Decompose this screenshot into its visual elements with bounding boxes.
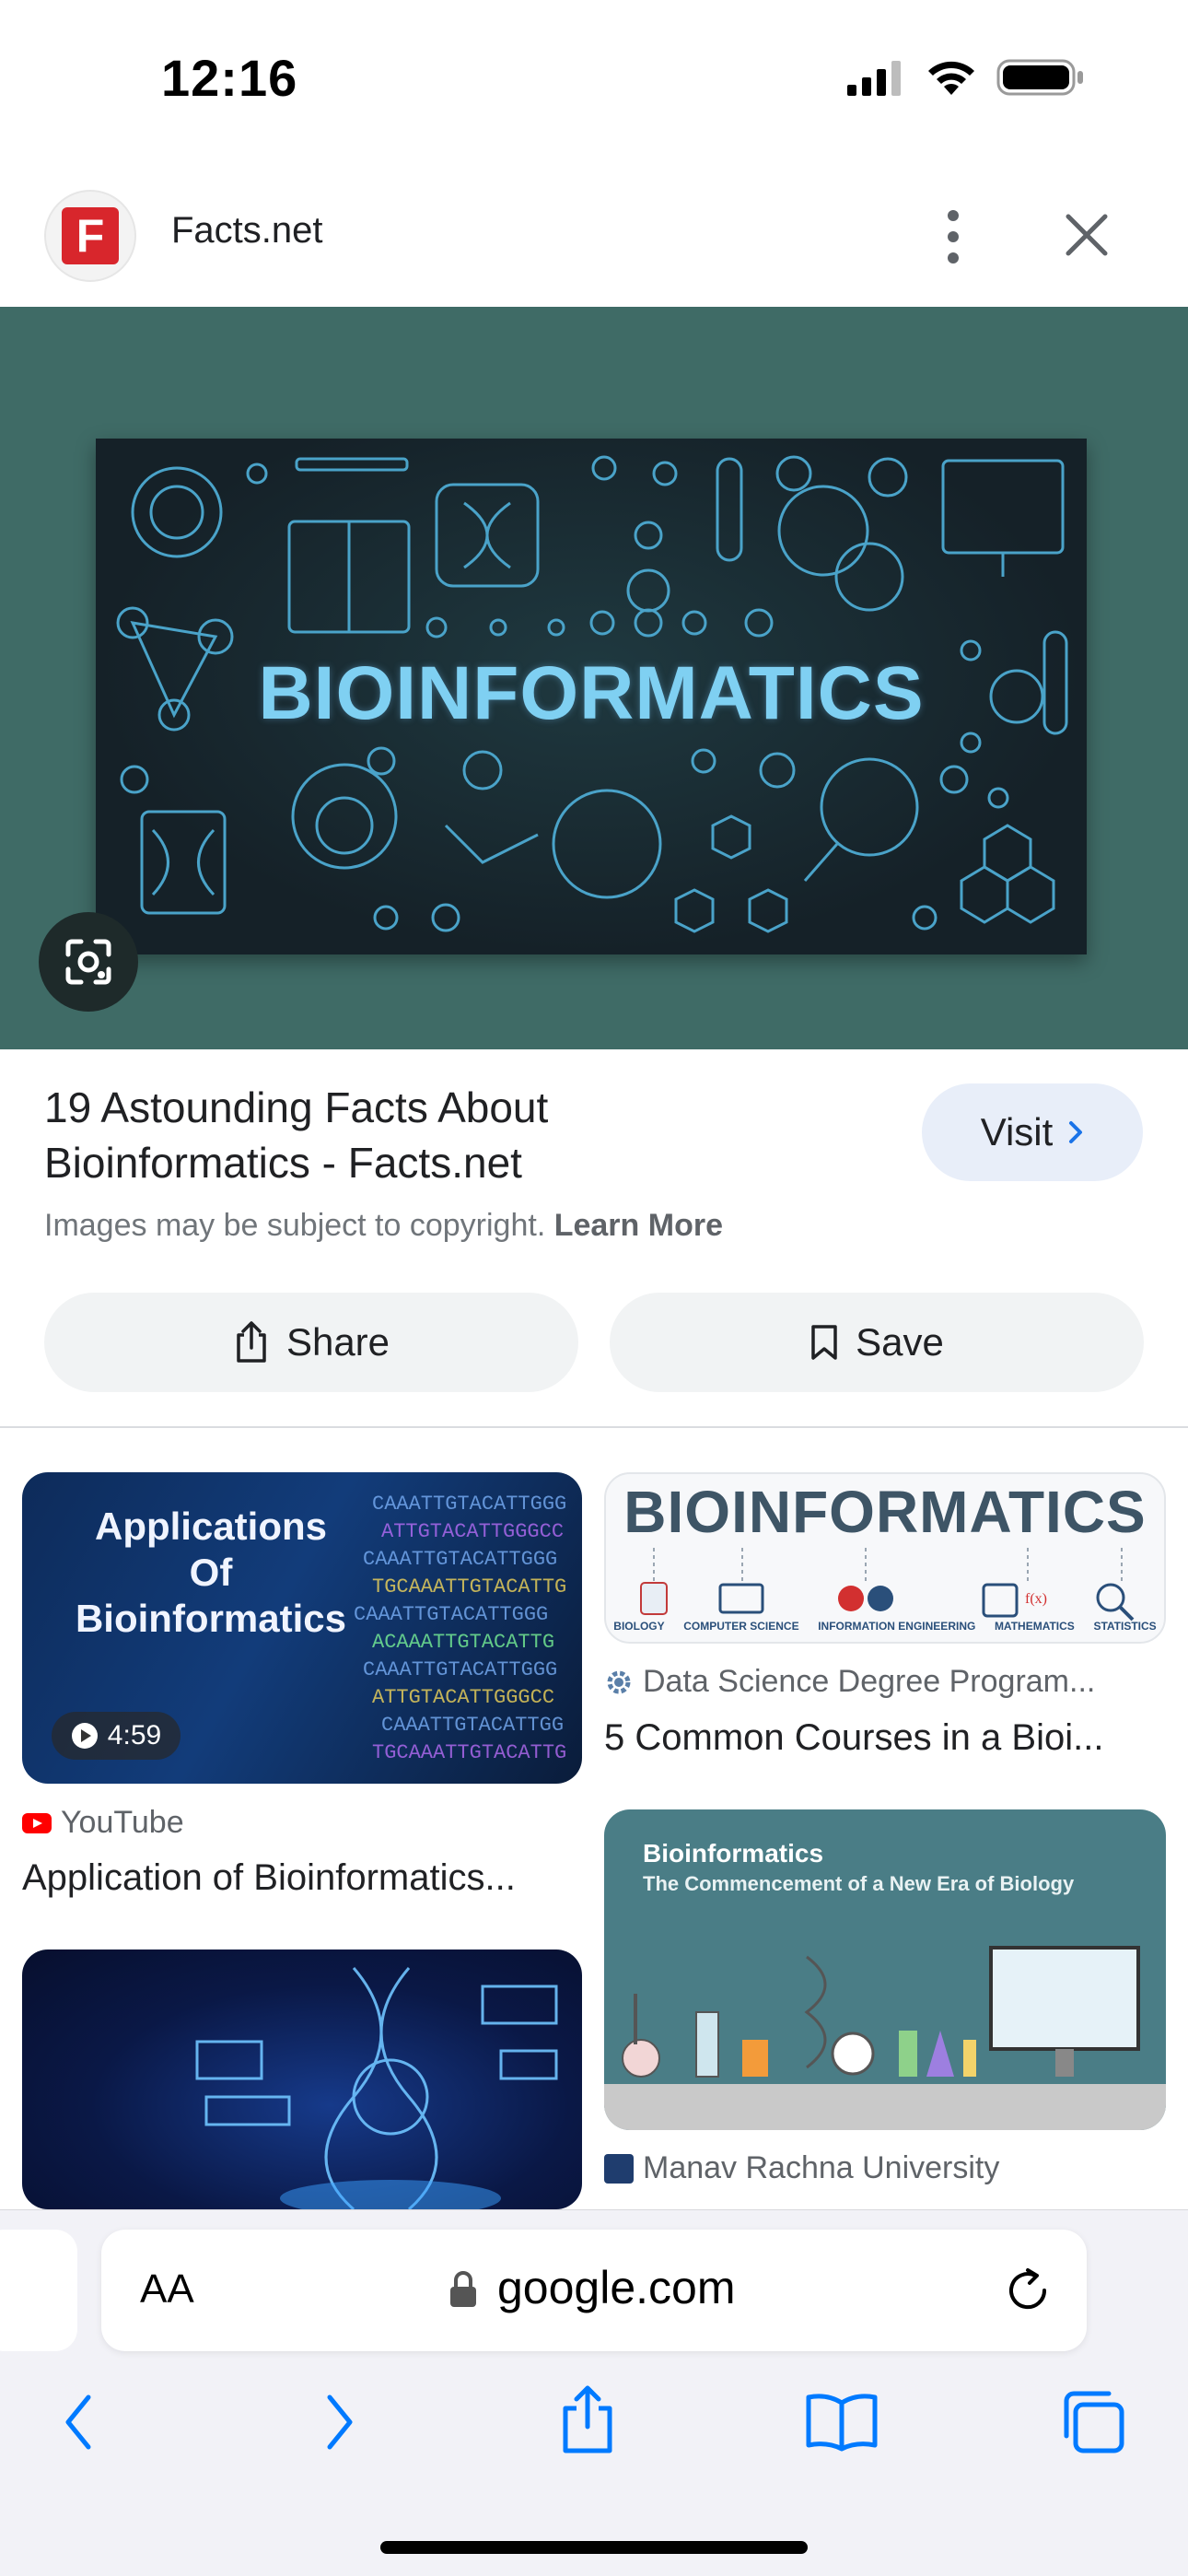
close-icon[interactable] [1059,207,1114,263]
more-options-icon[interactable] [930,205,976,269]
bookmark-icon [811,1325,837,1360]
status-icons [845,57,1085,98]
thumbnail-text: BIOINFORMATICS [623,1479,1147,1545]
tabs-icon[interactable] [1059,2388,1127,2456]
result-caption[interactable]: Application of Bioinformatics... [22,1857,516,1899]
forward-icon[interactable] [319,2392,359,2453]
url-domain[interactable]: google.com [497,2261,736,2314]
svg-text:ATTGTACATTGGGCC: ATTGTACATTGGGCC [381,1520,564,1543]
result-source: Data Science Degree Program... [604,1664,1095,1700]
wifi-icon [928,61,974,95]
site-logo-letter: F [62,207,119,264]
visit-button[interactable]: Visit [922,1083,1143,1181]
youtube-icon [22,1812,52,1833]
bookmarks-icon[interactable] [803,2392,880,2453]
reload-icon[interactable] [1000,2263,1055,2318]
result-title[interactable]: 19 Astounding Facts About Bioinformatics… [44,1080,891,1190]
learn-more-link[interactable]: Learn More [554,1208,723,1243]
home-indicator [380,2541,808,2554]
university-logo-icon [604,2153,634,2184]
hero-title: BIOINFORMATICS [258,651,925,735]
save-label: Save [856,1320,944,1364]
thumbnail-labels: BIOLOGY COMPUTER SCIENCE INFORMATION ENG… [613,1620,1157,1633]
status-time: 12:16 [161,49,298,107]
reader-settings-button[interactable]: AA [140,2266,194,2313]
divider [0,1426,1188,1428]
svg-text:CAAATTGTACATTGGG: CAAATTGTACATTGGG [372,1493,566,1516]
signal-icon [847,61,901,96]
svg-text:CAAATTGTACATTGGG: CAAATTGTACATTGGG [363,1658,557,1681]
gear-icon [607,1670,631,1693]
svg-text:f(x): f(x) [1025,1591,1047,1607]
share-icon [237,1321,266,1363]
lens-icon [65,939,111,985]
svg-text:CAAATTGTACATTGG: CAAATTGTACATTGG [381,1714,564,1737]
share-label: Share [285,1320,390,1364]
battery-icon [996,59,1083,96]
back-icon[interactable] [59,2392,99,2453]
play-icon [71,1723,98,1749]
previous-tab-preview[interactable] [0,2230,77,2351]
result-source: Manav Rachna University [604,2150,999,2186]
svg-text:TGCAAATTGTACATTG: TGCAAATTGTACATTG [372,1575,566,1598]
result-caption[interactable]: 5 Common Courses in a Bioi... [604,1717,1103,1759]
thumbnail-text: Applications Of Bioinformatics [75,1505,347,1640]
copyright-notice: Images may be subject to copyright. Lear… [44,1208,723,1243]
share-sheet-icon[interactable] [556,2383,619,2456]
thumbnail-text: Bioinformatics [643,1839,824,1868]
svg-text:ATTGTACATTGGGCC: ATTGTACATTGGGCC [372,1686,554,1709]
chevron-right-icon [1069,1121,1083,1143]
visit-label: Visit [980,1110,1054,1153]
svg-text:TGCAAATTGTACATTG: TGCAAATTGTACATTG [372,1741,566,1764]
save-button[interactable]: Save [610,1293,1144,1392]
video-duration-badge: 4:59 [52,1712,181,1760]
share-button[interactable]: Share [44,1293,578,1392]
result-source: YouTube [22,1805,184,1841]
result-thumbnail[interactable] [22,1950,582,2209]
google-lens-button[interactable] [39,912,138,1012]
site-logo[interactable]: F [44,190,136,282]
thumbnail-subtext: The Commencement of a New Era of Biology [643,1872,1075,1895]
site-name[interactable]: Facts.net [171,210,323,252]
lock-icon [450,2271,476,2307]
